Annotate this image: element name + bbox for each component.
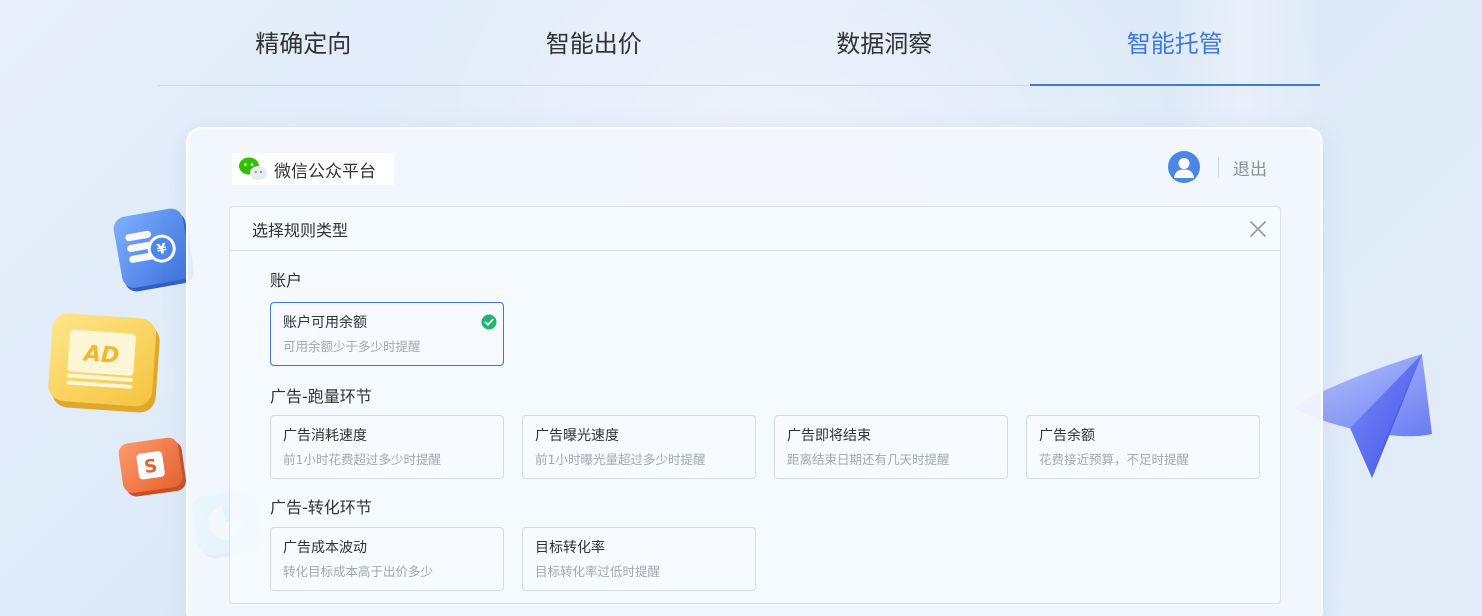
- wechat-logo-icon: [239, 157, 267, 180]
- user-area: 退出: [1168, 151, 1267, 183]
- wechat-brand: 微信公众平台: [232, 153, 394, 185]
- brand-name: 微信公众平台: [274, 161, 376, 182]
- top-tabs: 精确定向 智能出价 数据洞察 智能托管: [158, 0, 1320, 86]
- rule-type-modal: 选择规则类型 账户 账户可用余额 可用余额少于多少时提醒 广告-跑量环节 广告消…: [229, 206, 1281, 604]
- card-title: 广告即将结束: [787, 428, 871, 444]
- rule-card-ad-balance[interactable]: 广告余额 花费接近预算，不足时提醒: [1026, 415, 1260, 479]
- card-title: 目标转化率: [535, 540, 605, 556]
- rule-card-spend-speed[interactable]: 广告消耗速度 前1小时花费超过多少时提醒: [270, 415, 504, 479]
- ad-badge-icon: AD: [48, 313, 160, 413]
- section-title-ad-volume: 广告-跑量环节: [270, 387, 372, 406]
- card-title: 账户可用余额: [283, 315, 367, 331]
- rule-card-account-balance[interactable]: 账户可用余额 可用余额少于多少时提醒: [270, 302, 504, 366]
- modal-title: 选择规则类型: [252, 220, 349, 240]
- platform-panel: 微信公众平台 退出 选择规则类型 账户 账户可用余额 可用余额少于多少时提醒 广…: [186, 127, 1323, 616]
- card-title: 广告曝光速度: [535, 428, 619, 444]
- section-title-ad-conversion: 广告-转化环节: [270, 498, 372, 517]
- tab-smart-hosting[interactable]: 智能托管: [1029, 0, 1321, 86]
- card-title: 广告成本波动: [283, 540, 367, 556]
- modal-header: 选择规则类型: [230, 207, 1280, 251]
- card-desc: 目标转化率过低时提醒: [535, 564, 661, 579]
- card-desc: 距离结束日期还有几天时提醒: [787, 452, 950, 467]
- tab-precise-targeting[interactable]: 精确定向: [158, 0, 449, 85]
- s-badge-icon: S: [118, 437, 187, 497]
- rule-card-exposure-speed[interactable]: 广告曝光速度 前1小时曝光量超过多少时提醒: [522, 415, 756, 479]
- section-title-account: 账户: [270, 271, 303, 290]
- card-desc: 前1小时曝光量超过多少时提醒: [535, 452, 706, 467]
- header-divider: [1218, 157, 1219, 177]
- card-desc: 可用余额少于多少时提醒: [283, 339, 421, 354]
- rule-card-conversion-rate[interactable]: 目标转化率 目标转化率过低时提醒: [522, 527, 756, 591]
- avatar[interactable]: [1168, 151, 1200, 183]
- close-icon: [1250, 220, 1266, 237]
- user-icon: [1174, 158, 1194, 178]
- card-desc: 转化目标成本高于出价多少: [283, 564, 434, 579]
- card-title: 广告余额: [1039, 428, 1095, 444]
- close-button[interactable]: [1236, 207, 1280, 251]
- logout-link[interactable]: 退出: [1233, 155, 1267, 180]
- ad-text: AD: [81, 341, 120, 369]
- card-desc: 花费接近预算，不足时提醒: [1039, 452, 1190, 467]
- coin-stack-icon: ¥: [113, 208, 194, 292]
- tab-data-insight[interactable]: 数据洞察: [739, 0, 1030, 85]
- check-circle-icon: [481, 314, 497, 330]
- rule-card-cost-fluctuation[interactable]: 广告成本波动 转化目标成本高于出价多少: [270, 527, 504, 591]
- card-desc: 前1小时花费超过多少时提醒: [283, 452, 441, 467]
- rule-card-ad-ending[interactable]: 广告即将结束 距离结束日期还有几天时提醒: [774, 415, 1008, 479]
- card-title: 广告消耗速度: [283, 428, 367, 444]
- tab-smart-bidding[interactable]: 智能出价: [449, 0, 740, 85]
